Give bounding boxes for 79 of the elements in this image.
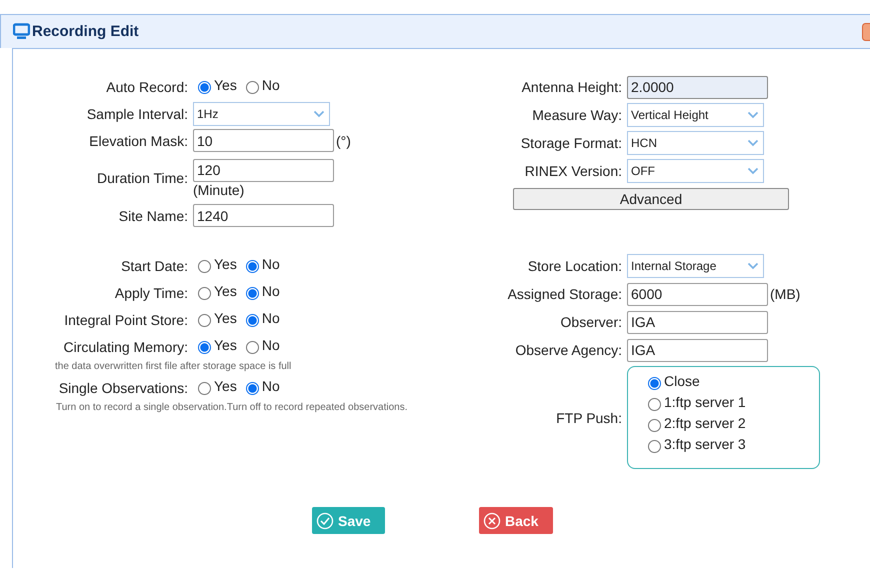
hint-text: Turn on to record a single observation.Turn off to record repeated observations.	[55, 401, 408, 415]
hint-text: the data overwritten first file after storage space is full	[54, 360, 292, 374]
radio-button[interactable]	[246, 260, 259, 273]
radio-button[interactable]	[246, 341, 259, 354]
dropdown[interactable]: OFF	[627, 159, 764, 183]
radio-button[interactable]	[648, 419, 661, 432]
field-label: Start Date:	[120, 258, 189, 274]
radio-button[interactable]	[246, 81, 259, 94]
option-label: Yes	[214, 282, 237, 298]
option-label: Yes	[214, 378, 237, 394]
option-label: No	[262, 310, 280, 326]
option-label: Yes	[214, 256, 237, 272]
field-label: Storage Format:	[520, 135, 623, 151]
text-field[interactable]: 120	[193, 158, 334, 182]
field-label: Auto Record:	[105, 78, 189, 94]
field-label: Site Name:	[118, 208, 189, 224]
chevron-down-icon	[747, 167, 759, 175]
field-label: Duration Time:	[96, 170, 189, 186]
field-label: Sample Interval:	[86, 106, 189, 122]
chevron-down-icon	[313, 110, 325, 118]
unit-label: (°)	[336, 132, 351, 148]
field-label: Integral Point Store:	[63, 312, 189, 328]
option-label: Yes	[214, 336, 237, 352]
unit-label: (Minute)	[193, 182, 244, 198]
field-label: Observer:	[560, 314, 623, 330]
option-label: 1:ftp server 1	[664, 394, 746, 410]
text-field[interactable]: 1240	[193, 204, 334, 227]
radio-button[interactable]	[198, 287, 211, 300]
chevron-down-icon	[747, 139, 759, 147]
text-field[interactable]: IGA	[627, 338, 768, 362]
dropdown[interactable]: Internal Storage	[627, 254, 764, 278]
advanced-button[interactable]: Advanced	[513, 188, 789, 210]
radio-button[interactable]	[198, 260, 211, 273]
monitor-icon	[13, 23, 30, 40]
field-label: Circulating Memory:	[62, 338, 189, 354]
back-button[interactable]: Back	[479, 507, 553, 534]
radio-button[interactable]	[648, 398, 661, 411]
radio-button[interactable]	[246, 382, 259, 395]
radio-button[interactable]	[198, 81, 211, 94]
dropdown[interactable]: 1Hz	[193, 102, 330, 126]
close-icon[interactable]	[862, 23, 870, 41]
window-title: Recording Edit	[32, 23, 139, 40]
radio-button[interactable]	[198, 382, 211, 395]
radio-button[interactable]	[198, 314, 211, 327]
field-label: RINEX Version:	[524, 163, 623, 179]
field-label: Single Observations:	[58, 380, 189, 396]
field-label: Observe Agency:	[514, 342, 623, 358]
radio-button[interactable]	[198, 341, 211, 354]
option-label: Yes	[214, 310, 237, 326]
chevron-down-icon	[747, 262, 759, 270]
radio-button[interactable]	[246, 314, 259, 327]
radio-button[interactable]	[246, 287, 259, 300]
option-label: No	[262, 256, 280, 272]
x-circle-icon	[483, 512, 501, 530]
option-label: 2:ftp server 2	[664, 414, 746, 430]
option-label: No	[262, 336, 280, 352]
option-label: Yes	[214, 76, 237, 92]
unit-label: (MB)	[770, 286, 800, 302]
option-label: 3:ftp server 3	[664, 436, 746, 452]
field-label: Apply Time:	[114, 284, 189, 300]
check-circle-icon	[316, 512, 334, 530]
dropdown[interactable]: HCN	[627, 131, 764, 155]
field-label: Elevation Mask:	[88, 132, 189, 148]
text-field[interactable]: 10	[193, 129, 334, 152]
chevron-down-icon	[747, 111, 759, 119]
text-field[interactable]: 6000	[627, 282, 768, 306]
option-label: Close	[664, 372, 700, 388]
radio-button[interactable]	[648, 440, 661, 453]
radio-button[interactable]	[648, 377, 661, 390]
field-label: Assigned Storage:	[506, 286, 623, 302]
dropdown[interactable]: Vertical Height	[627, 103, 764, 127]
text-field[interactable]: IGA	[627, 310, 768, 334]
option-label: No	[262, 282, 280, 298]
field-label: Store Location:	[526, 258, 623, 274]
option-label: No	[262, 76, 280, 92]
field-label: Antenna Height:	[520, 79, 623, 95]
field-label: FTP Push:	[555, 410, 623, 426]
field-label: Measure Way:	[531, 107, 623, 123]
option-label: No	[262, 378, 280, 394]
